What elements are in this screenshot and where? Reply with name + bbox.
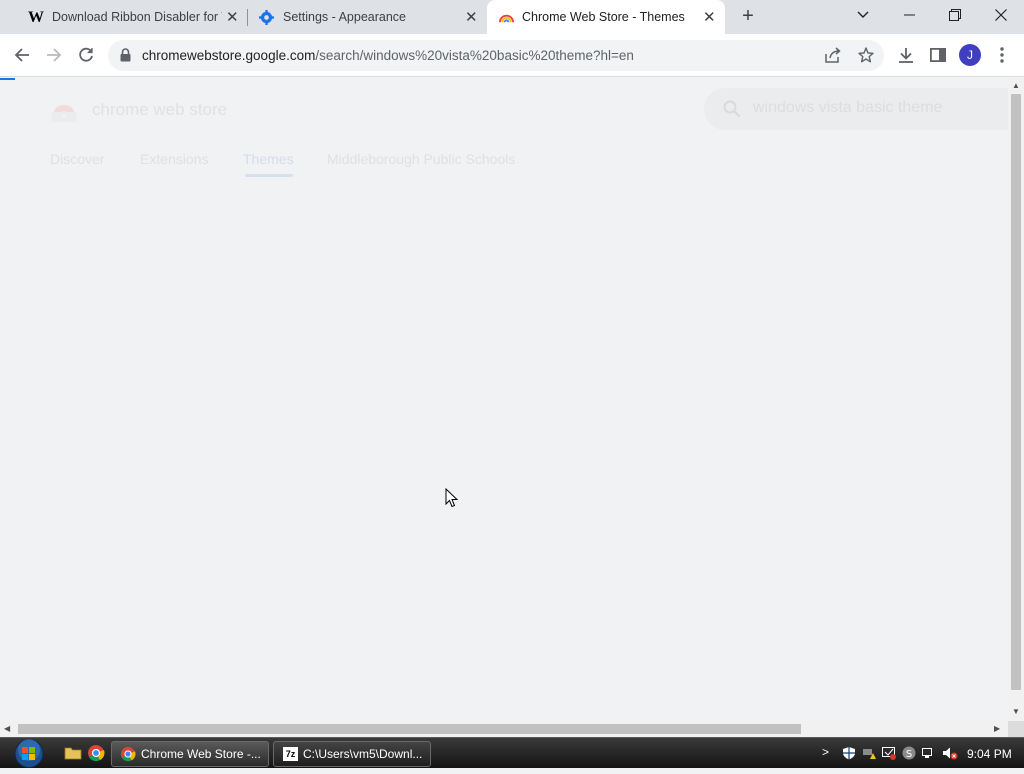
restore-icon bbox=[949, 9, 961, 21]
tab-title: Download Ribbon Disabler for W bbox=[52, 10, 222, 24]
store-search-box[interactable]: windows vista basic theme bbox=[704, 88, 1008, 130]
nav-tab-discover[interactable]: Discover bbox=[50, 151, 104, 167]
share-icon[interactable] bbox=[825, 47, 842, 68]
gear-icon bbox=[259, 10, 274, 28]
rainbow-icon bbox=[499, 10, 514, 28]
chrome-icon bbox=[120, 746, 136, 765]
skype-icon[interactable]: S bbox=[902, 746, 916, 760]
svg-text:S: S bbox=[906, 749, 912, 760]
start-button[interactable] bbox=[8, 738, 50, 769]
vertical-scroll-thumb[interactable] bbox=[1011, 94, 1021, 690]
close-icon[interactable]: ✕ bbox=[465, 8, 478, 26]
windows-logo-icon bbox=[14, 739, 44, 768]
tab-settings-appearance[interactable]: Settings - Appearance ✕ bbox=[248, 0, 486, 34]
horizontal-scroll-thumb[interactable] bbox=[18, 724, 801, 734]
volume-muted-icon[interactable] bbox=[942, 746, 958, 760]
new-tab-button[interactable]: + bbox=[737, 5, 759, 27]
chrome-web-store-logo-icon[interactable] bbox=[50, 100, 78, 129]
minimize-icon bbox=[903, 14, 915, 16]
task-label: C:\Users\vm5\Downl... bbox=[303, 747, 423, 761]
downloads-button[interactable] bbox=[892, 41, 920, 69]
web-page: chrome web store windows vista basic the… bbox=[0, 78, 1008, 721]
close-window-button[interactable] bbox=[978, 0, 1024, 30]
close-icon[interactable]: ✕ bbox=[703, 8, 716, 26]
minimize-button[interactable] bbox=[886, 0, 932, 30]
back-button[interactable] bbox=[8, 41, 36, 69]
task-label: Chrome Web Store -... bbox=[141, 747, 261, 761]
network-warning-icon[interactable] bbox=[862, 746, 876, 760]
browser-toolbar: chromewebstore.google.com/search/windows… bbox=[0, 34, 1024, 77]
tab-search-button[interactable] bbox=[840, 0, 886, 30]
loading-progress-bar bbox=[0, 78, 15, 80]
store-name[interactable]: chrome web store bbox=[92, 100, 227, 120]
network-icon[interactable] bbox=[922, 746, 936, 760]
star-icon[interactable] bbox=[858, 47, 874, 68]
7zip-icon: 7z bbox=[283, 747, 298, 761]
arrow-right-icon bbox=[47, 48, 62, 62]
vertical-scrollbar[interactable]: ▲ ▼ bbox=[1008, 78, 1024, 721]
scroll-left-arrow-icon[interactable]: ◀ bbox=[4, 724, 10, 733]
forward-button[interactable] bbox=[40, 41, 68, 69]
close-icon bbox=[995, 9, 1007, 21]
side-panel-button[interactable] bbox=[924, 41, 952, 69]
tab-ribbon-disabler[interactable]: W Download Ribbon Disabler for W ✕ bbox=[8, 0, 246, 34]
scroll-right-arrow-icon[interactable]: ▶ bbox=[994, 724, 1000, 733]
download-icon bbox=[899, 48, 913, 63]
scroll-up-arrow-icon[interactable]: ▲ bbox=[1012, 81, 1020, 90]
horizontal-scrollbar[interactable]: ◀ ▶ bbox=[0, 721, 1008, 737]
lock-icon[interactable] bbox=[120, 48, 131, 67]
nav-tab-middleborough-public-schools[interactable]: Middleborough Public Schools bbox=[327, 151, 515, 167]
windows-taskbar: Chrome Web Store -... 7z C:\Users\vm5\Do… bbox=[0, 737, 1024, 768]
tab-chrome-web-store-themes[interactable]: Chrome Web Store - Themes ✕ bbox=[487, 0, 725, 34]
tab-title: Chrome Web Store - Themes bbox=[522, 10, 685, 24]
scrollbar-corner bbox=[1008, 721, 1024, 737]
reload-button[interactable] bbox=[72, 41, 100, 69]
w-icon: W bbox=[28, 9, 44, 26]
menu-button[interactable] bbox=[988, 41, 1016, 69]
kebab-menu-icon bbox=[1000, 47, 1004, 63]
avatar[interactable]: J bbox=[959, 44, 981, 66]
address-bar[interactable]: chromewebstore.google.com/search/windows… bbox=[108, 40, 884, 71]
close-icon[interactable]: ✕ bbox=[226, 8, 239, 26]
chevron-down-icon bbox=[857, 11, 869, 18]
chrome-icon[interactable] bbox=[87, 744, 105, 762]
nav-tab-themes[interactable]: Themes bbox=[243, 151, 294, 167]
clock[interactable]: 9:04 PM bbox=[967, 747, 1012, 761]
search-input[interactable]: windows vista basic theme bbox=[753, 99, 942, 117]
taskbar-button-7zip[interactable]: 7z C:\Users\vm5\Downl... bbox=[273, 741, 431, 767]
search-icon[interactable] bbox=[723, 100, 741, 123]
file-explorer-icon[interactable] bbox=[64, 744, 82, 762]
security-shield-icon[interactable] bbox=[842, 746, 856, 760]
url-host: chromewebstore.google.com bbox=[142, 48, 316, 63]
mouse-pointer-icon bbox=[445, 487, 459, 513]
tab-strip: W Download Ribbon Disabler for W ✕ Setti… bbox=[0, 0, 1024, 34]
restore-button[interactable] bbox=[932, 0, 978, 30]
tab-title: Settings - Appearance bbox=[283, 10, 406, 24]
scroll-down-arrow-icon[interactable]: ▼ bbox=[1012, 707, 1020, 716]
arrow-left-icon bbox=[14, 48, 29, 62]
taskbar-button-chrome[interactable]: Chrome Web Store -... bbox=[111, 741, 269, 767]
reload-icon bbox=[79, 47, 93, 62]
selected-tab-indicator bbox=[245, 174, 293, 177]
url-path: /search/windows%20vista%20basic%20theme?… bbox=[315, 48, 634, 63]
show-hidden-icons-icon[interactable]: > bbox=[822, 745, 829, 759]
action-center-icon[interactable] bbox=[882, 746, 896, 760]
nav-tab-extensions[interactable]: Extensions bbox=[140, 151, 208, 167]
url-text[interactable]: chromewebstore.google.com/search/windows… bbox=[142, 48, 634, 63]
side-panel-icon bbox=[930, 48, 946, 62]
